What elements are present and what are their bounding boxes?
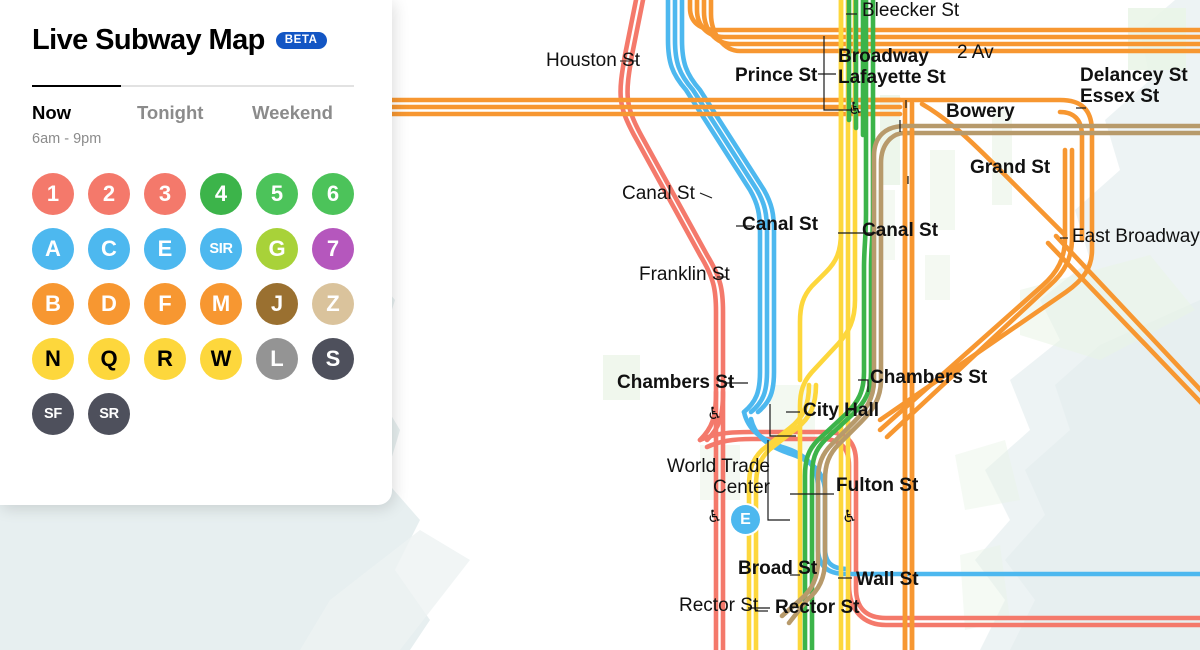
line-bullet-5[interactable]: 5 <box>256 173 298 215</box>
accessibility-icon: ♿ <box>848 99 864 118</box>
line-bullet-j[interactable]: J <box>256 283 298 325</box>
station-label-world-trade-center: World Trade Center <box>662 456 770 499</box>
line-bullet-c[interactable]: C <box>88 228 130 270</box>
station-label-line-2: Center <box>712 477 770 499</box>
station-label-line-1: World Trade <box>666 456 770 477</box>
line-bullet-e[interactable]: E <box>144 228 186 270</box>
station-label-franklin-st: Franklin St <box>639 264 730 285</box>
station-label-broad-st: Broad St <box>738 558 818 579</box>
line-bullet-7[interactable]: 7 <box>312 228 354 270</box>
line-bullet-q[interactable]: Q <box>88 338 130 380</box>
station-label-canal-st-center: Canal St <box>742 214 819 235</box>
line-bullet-d[interactable]: D <box>88 283 130 325</box>
station-label-wall-st: Wall St <box>856 569 919 590</box>
station-label-canal-st-east: Canal St <box>862 220 939 241</box>
line-bullet-grid: 1 2 3 4 5 6 A C E SIR G 7 B D F M J Z N … <box>32 173 362 435</box>
line-bullet-n[interactable]: N <box>32 338 74 380</box>
line-bullet-f[interactable]: F <box>144 283 186 325</box>
station-label-bowery: Bowery <box>946 101 1015 122</box>
line-bullet-6[interactable]: 6 <box>312 173 354 215</box>
tab-tonight[interactable]: Tonight <box>137 102 252 124</box>
line-bullet-m[interactable]: M <box>200 283 242 325</box>
line-bullet-b[interactable]: B <box>32 283 74 325</box>
line-bullet-4[interactable]: 4 <box>200 173 242 215</box>
accessibility-icon: ♿ <box>707 507 723 526</box>
line-bullet-row: B D F M J Z <box>32 283 362 325</box>
page-title: Live Subway Map <box>32 24 265 56</box>
line-bullet-z[interactable]: Z <box>312 283 354 325</box>
station-label-fulton-st: Fulton St <box>836 475 919 496</box>
line-bullet-3[interactable]: 3 <box>144 173 186 215</box>
header: Live Subway Map BETA <box>32 26 364 55</box>
active-tab-indicator <box>32 85 121 87</box>
line-bullet-l[interactable]: L <box>256 338 298 380</box>
line-bullet-row: SF SR <box>32 393 362 435</box>
tab-weekend[interactable]: Weekend <box>252 102 333 124</box>
line-bullet-w[interactable]: W <box>200 338 242 380</box>
station-label-line-2: Lafayette St <box>838 67 946 89</box>
line-bullet-row: N Q R W L S <box>32 338 362 380</box>
beta-badge: BETA <box>275 31 327 50</box>
active-tab-subtitle: 6am - 9pm <box>32 131 102 147</box>
station-label-line-1: Delancey St <box>1080 65 1188 86</box>
station-label-broadway-lafayette-st: Broadway Lafayette St <box>838 46 946 89</box>
line-bullet-g[interactable]: G <box>256 228 298 270</box>
station-label-prince-st: Prince St <box>735 65 818 86</box>
line-bullet-sf[interactable]: SF <box>32 393 74 435</box>
accessibility-icon: ♿ <box>707 404 723 423</box>
station-label-chambers-st-east: Chambers St <box>870 367 988 388</box>
line-bullet-r[interactable]: R <box>144 338 186 380</box>
tab-divider <box>32 85 354 87</box>
sidebar-panel: Live Subway Map BETA Now Tonight Weekend… <box>0 0 392 505</box>
tab-now[interactable]: Now <box>32 102 137 124</box>
accessibility-icon: ♿ <box>842 507 858 526</box>
line-bullet-sir[interactable]: SIR <box>200 228 242 270</box>
station-label-houston-st: Houston St <box>546 50 640 71</box>
station-label-chambers-st-west: Chambers St <box>617 372 735 393</box>
station-label-line-2: Essex St <box>1080 86 1160 108</box>
station-label-bleecker-st: Bleecker St <box>862 0 960 21</box>
line-bullet-sr[interactable]: SR <box>88 393 130 435</box>
line-bullet-1[interactable]: 1 <box>32 173 74 215</box>
station-label-2-av: 2 Av <box>957 42 994 63</box>
station-label-delancey-st-essex-st: Delancey St Essex St <box>1080 65 1188 108</box>
station-label-line-1: Broadway <box>838 46 929 67</box>
station-label-rector-st-west: Rector St <box>679 595 759 616</box>
line-bullet-row: 1 2 3 4 5 6 <box>32 173 362 215</box>
map-station-bullet-e[interactable]: E <box>731 505 760 534</box>
line-bullet-2[interactable]: 2 <box>88 173 130 215</box>
line-bullet-row: A C E SIR G 7 <box>32 228 362 270</box>
station-label-rector-st-east: Rector St <box>775 597 860 618</box>
line-bullet-a[interactable]: A <box>32 228 74 270</box>
station-label-city-hall: City Hall <box>803 400 880 421</box>
time-tabs: Now Tonight Weekend <box>32 102 354 124</box>
station-label-grand-st: Grand St <box>970 157 1051 178</box>
line-bullet-s[interactable]: S <box>312 338 354 380</box>
station-label-east-broadway: East Broadway <box>1072 226 1200 247</box>
station-label-canal-st-west: Canal St <box>622 183 695 204</box>
